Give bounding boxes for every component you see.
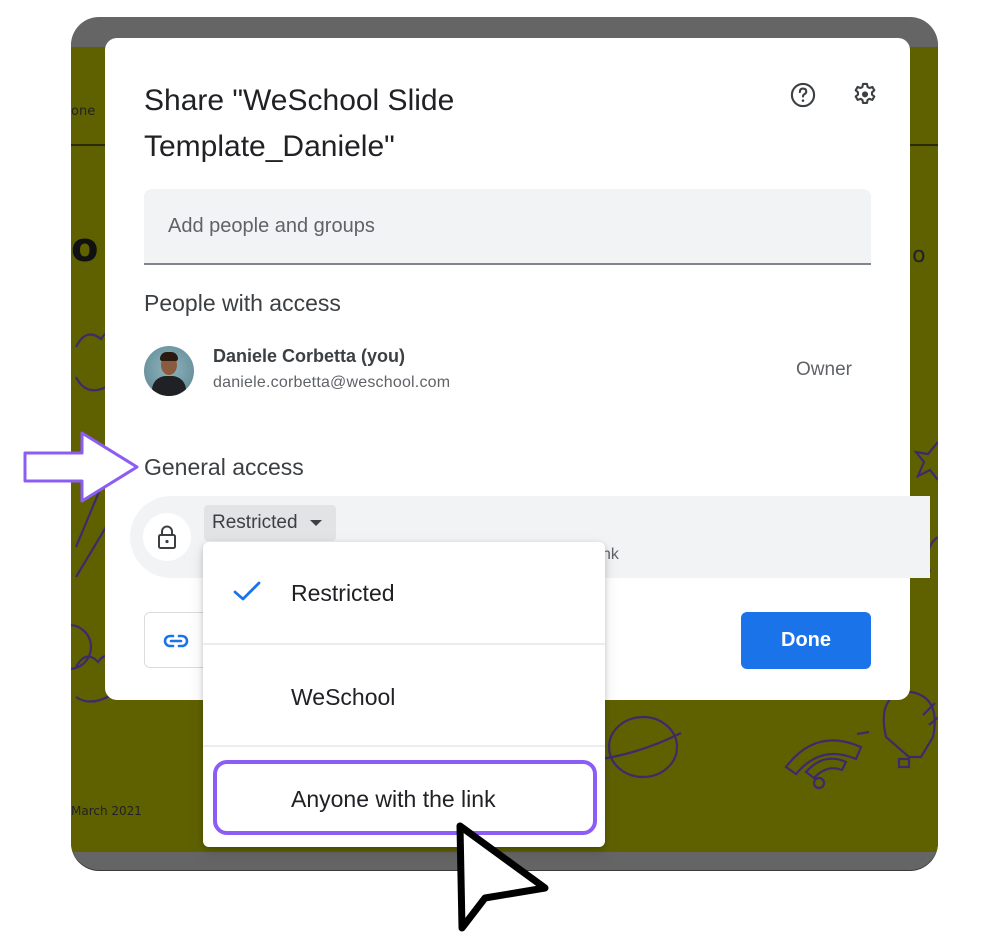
menu-item-label: Anyone with the link	[291, 786, 496, 812]
settings-button[interactable]	[850, 80, 880, 110]
access-level-menu: Restricted WeSchool Anyone with the link	[203, 542, 605, 847]
help-button[interactable]	[788, 80, 818, 110]
menu-item-restricted[interactable]: Restricted	[203, 542, 605, 642]
done-button[interactable]: Done	[741, 612, 871, 669]
planet-ring	[600, 732, 682, 761]
caret-down-icon	[309, 520, 322, 526]
access-level-dropdown[interactable]: Restricted	[204, 505, 336, 541]
balloon-lines	[856, 702, 938, 736]
access-level-value: Restricted	[212, 512, 298, 533]
menu-item-label: Restricted	[291, 580, 395, 606]
wifi-doodle	[784, 739, 863, 780]
person-row: Daniele Corbetta (you) daniele.corbetta@…	[144, 346, 864, 398]
annotation-arrow-icon	[23, 431, 139, 503]
check-icon	[233, 581, 261, 601]
menu-item-label: WeSchool	[291, 684, 396, 710]
link-icon	[163, 634, 189, 648]
planet-doodle	[607, 715, 679, 779]
person-name: Daniele Corbetta (you)	[213, 346, 406, 366]
person-role: Owner	[796, 359, 852, 380]
add-people-input[interactable]	[144, 189, 871, 265]
star-doodle	[913, 441, 938, 481]
menu-item-weschool[interactable]: WeSchool	[203, 644, 605, 744]
people-with-access-heading: People with access	[144, 290, 341, 316]
help-circle-icon	[790, 82, 816, 108]
person-email: daniele.corbetta@weschool.com	[213, 374, 451, 391]
circle-doodle-left	[71, 623, 93, 671]
general-access-heading: General access	[144, 454, 304, 480]
wifi-dot	[812, 776, 826, 790]
mouse-cursor-icon	[456, 822, 549, 932]
lock-badge	[143, 513, 191, 561]
gear-icon	[854, 82, 876, 104]
balloon-doodle	[882, 690, 936, 769]
lock-icon	[158, 525, 176, 549]
dialog-title: Share "WeSchool Slide Template_Daniele"	[144, 84, 455, 163]
avatar	[144, 346, 194, 396]
